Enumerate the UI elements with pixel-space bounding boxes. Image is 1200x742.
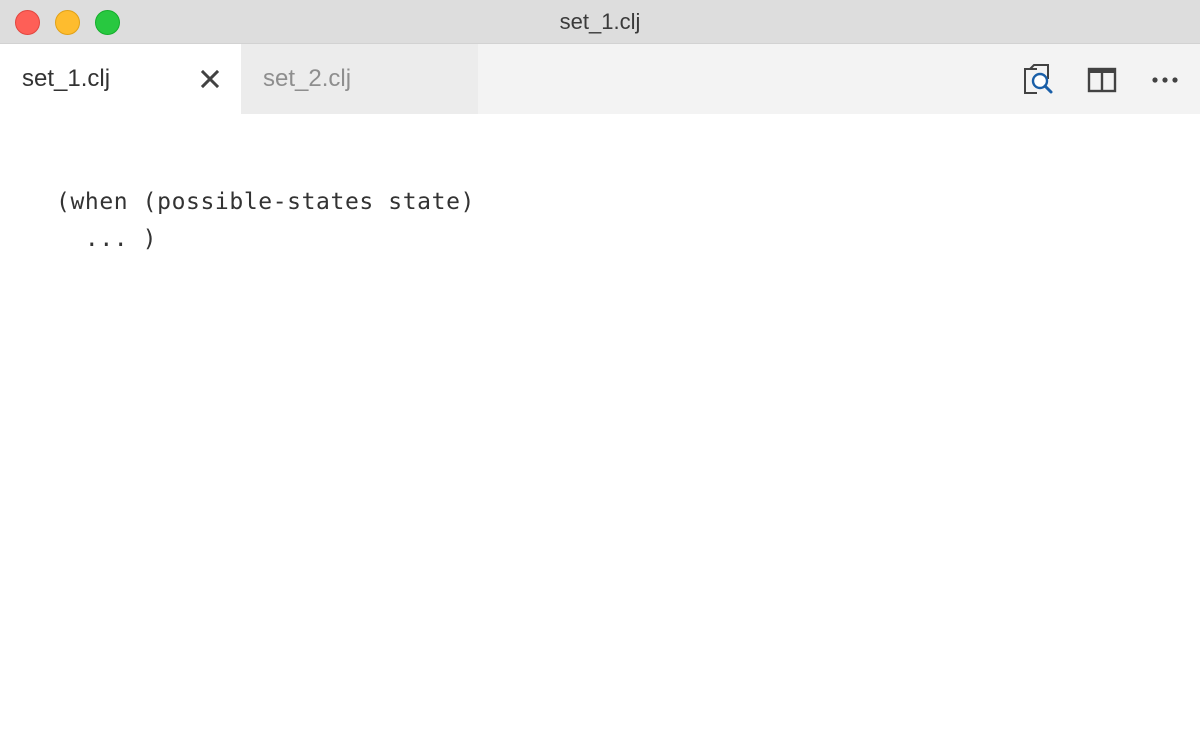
tab-set-2[interactable]: set_2.clj: [241, 44, 478, 114]
tab-bar: set_1.clj set_2.clj: [0, 44, 1200, 114]
code-line: (when (possible-states state): [56, 189, 475, 215]
split-editor-icon: [1085, 67, 1119, 100]
tab-label: set_2.clj: [263, 65, 352, 92]
title-bar: set_1.clj: [0, 0, 1200, 44]
split-editor-button[interactable]: [1085, 64, 1119, 96]
code-line: ... ): [56, 226, 158, 252]
ellipsis-icon: [1148, 77, 1182, 100]
window-title: set_1.clj: [559, 9, 641, 34]
tab-set-1[interactable]: set_1.clj: [0, 44, 241, 114]
close-icon[interactable]: [199, 68, 221, 90]
more-actions-button[interactable]: [1148, 64, 1182, 96]
code-editor[interactable]: (when (possible-states state) ... ): [0, 114, 1200, 742]
open-preview-button[interactable]: [1021, 64, 1055, 96]
tab-label: set_1.clj: [22, 65, 111, 92]
search-preview-icon: [1021, 64, 1055, 100]
